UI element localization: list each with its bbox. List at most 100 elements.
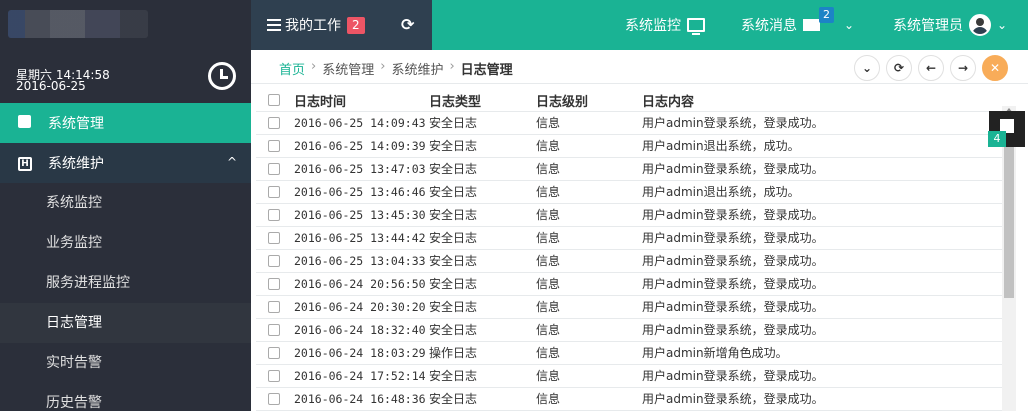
cell-type: 安全日志 [429, 134, 536, 158]
cell-content: 用户admin登录系统，登录成功。 [642, 157, 1003, 181]
row-checkbox[interactable] [268, 370, 280, 382]
cell-content: 用户admin登录系统，登录成功。 [642, 387, 1003, 411]
row-checkbox[interactable] [268, 347, 280, 359]
breadcrumb-home[interactable]: 首页 [279, 59, 305, 78]
sidebar-subitem-business-monitor[interactable]: 业务监控 [0, 223, 251, 263]
puzzle-icon [18, 115, 34, 131]
back-button[interactable]: ← [918, 55, 944, 81]
row-checkbox[interactable] [268, 117, 280, 129]
table-body: 2016-06-25 14:09:43 安全日志 信息 用户admin登录系统，登录成… [256, 111, 1003, 411]
refresh-button[interactable]: ⟳ [886, 55, 912, 81]
cell-level: 信息 [536, 318, 642, 342]
column-header-content[interactable]: 日志内容 [642, 90, 1003, 112]
floating-badge: 4 [988, 131, 1006, 147]
cell-type: 安全日志 [429, 295, 536, 319]
row-checkbox[interactable] [268, 209, 280, 221]
cell-type: 安全日志 [429, 226, 536, 250]
envelope-icon [803, 19, 820, 31]
table-row[interactable]: 2016-06-24 17:52:14 安全日志 信息 用户admin登录系统，登录成… [256, 364, 1003, 388]
sidebar-item-label: 系统维护 [48, 156, 104, 172]
cell-content: 用户admin登录系统，登录成功。 [642, 272, 1003, 296]
cell-level: 信息 [536, 364, 642, 388]
table-row[interactable]: 2016-06-24 20:30:20 安全日志 信息 用户admin登录系统，登录成… [256, 295, 1003, 319]
cell-time: 2016-06-24 16:48:36 [294, 387, 429, 411]
my-work-button[interactable]: 我的工作 2 [267, 15, 365, 35]
cell-level: 信息 [536, 341, 642, 365]
user-menu[interactable]: 系统管理员 ⌄ [893, 0, 1007, 50]
cell-content: 用户admin登录系统，登录成功。 [642, 318, 1003, 342]
table-row[interactable]: 2016-06-25 13:44:42 安全日志 信息 用户admin登录系统，登录成… [256, 226, 1003, 250]
avatar [969, 14, 991, 36]
cell-type: 安全日志 [429, 157, 536, 181]
cell-time: 2016-06-25 13:47:03 [294, 157, 429, 181]
sidebar-subitem-realtime-alarm[interactable]: 实时告警 [0, 343, 251, 383]
system-monitor-link[interactable]: 系统监控 [625, 0, 705, 50]
row-checkbox[interactable] [268, 324, 280, 336]
select-all-checkbox[interactable] [268, 94, 280, 107]
cell-type: 安全日志 [429, 111, 536, 135]
row-checkbox[interactable] [268, 393, 280, 405]
cell-type: 安全日志 [429, 364, 536, 388]
refresh-icon[interactable]: ⟳ [401, 15, 414, 34]
column-header-level[interactable]: 日志级别 [536, 90, 642, 112]
logo-image [8, 10, 148, 38]
table-row[interactable]: 2016-06-25 13:47:03 安全日志 信息 用户admin登录系统，登录成… [256, 157, 1003, 181]
row-checkbox[interactable] [268, 301, 280, 313]
sidebar-item-system-maintenance[interactable]: H 系统维护 ^ [0, 143, 251, 183]
row-checkbox[interactable] [268, 255, 280, 267]
cell-time: 2016-06-25 14:09:43 [294, 111, 429, 135]
row-checkbox[interactable] [268, 186, 280, 198]
arrow-right-icon: → [957, 61, 969, 75]
table-row[interactable]: 2016-06-25 13:46:46 安全日志 信息 用户admin退出系统，成功。 [256, 180, 1003, 204]
cell-level: 信息 [536, 249, 642, 273]
cell-level: 信息 [536, 111, 642, 135]
vertical-scrollbar[interactable] [1002, 106, 1016, 411]
cell-type: 安全日志 [429, 387, 536, 411]
system-messages-link[interactable]: 系统消息 2 ⌄ [741, 0, 854, 50]
table-row[interactable]: 2016-06-24 18:32:40 安全日志 信息 用户admin登录系统，登录成… [256, 318, 1003, 342]
table-row[interactable]: 2016-06-25 13:04:33 安全日志 信息 用户admin登录系统，登录成… [256, 249, 1003, 273]
table-row[interactable]: 2016-06-24 16:48:36 安全日志 信息 用户admin登录系统，登录成… [256, 387, 1003, 411]
sidebar-item-system-management[interactable]: 系统管理 [0, 103, 251, 143]
close-button[interactable]: ✕ [982, 55, 1008, 81]
breadcrumb-level1[interactable]: 系统管理 [322, 59, 374, 78]
cell-type: 安全日志 [429, 203, 536, 227]
refresh-icon: ⟳ [893, 61, 905, 75]
row-checkbox[interactable] [268, 163, 280, 175]
close-icon: ✕ [989, 61, 1001, 75]
table-row[interactable]: 2016-06-24 18:03:29 操作日志 信息 用户admin新增角色成功。 [256, 341, 1003, 365]
cell-time: 2016-06-25 13:45:30 [294, 203, 429, 227]
cell-content: 用户admin登录系统，登录成功。 [642, 111, 1003, 135]
row-checkbox[interactable] [268, 140, 280, 152]
cell-level: 信息 [536, 134, 642, 158]
sidebar-subitem-log-management[interactable]: 日志管理 [0, 303, 251, 343]
cell-time: 2016-06-24 18:03:29 [294, 341, 429, 365]
current-date: 2016-06-25 [16, 79, 86, 93]
breadcrumb: 首页 › 系统管理 › 系统维护 › 日志管理 [279, 59, 513, 78]
sidebar-subitem-system-monitor[interactable]: 系统监控 [0, 183, 251, 223]
dropdown-button[interactable]: ⌄ [854, 55, 880, 81]
cell-level: 信息 [536, 157, 642, 181]
chevron-down-icon: ⌄ [844, 18, 855, 32]
table-row[interactable]: 2016-06-25 13:45:30 安全日志 信息 用户admin登录系统，登录成… [256, 203, 1003, 227]
user-label: 系统管理员 [893, 18, 963, 34]
cell-time: 2016-06-24 17:52:14 [294, 364, 429, 388]
sidebar-subitem-service-process-monitor[interactable]: 服务进程监控 [0, 263, 251, 303]
cell-type: 安全日志 [429, 318, 536, 342]
table-row[interactable]: 2016-06-24 20:56:50 安全日志 信息 用户admin登录系统，登录成… [256, 272, 1003, 296]
forward-button[interactable]: → [950, 55, 976, 81]
clock-icon[interactable] [208, 62, 236, 90]
log-table: 日志时间 日志类型 日志级别 日志内容 2016-06-25 14:09:43 安… [256, 90, 1003, 411]
column-header-type[interactable]: 日志类型 [429, 90, 536, 112]
row-checkbox[interactable] [268, 278, 280, 290]
my-work-panel: 我的工作 2 ⟳ [251, 0, 432, 50]
column-header-time[interactable]: 日志时间 [294, 90, 429, 112]
cell-content: 用户admin登录系统，登录成功。 [642, 364, 1003, 388]
table-row[interactable]: 2016-06-25 14:09:39 安全日志 信息 用户admin退出系统，成功。 [256, 134, 1003, 158]
chevron-down-icon: ⌄ [997, 18, 1008, 32]
row-checkbox[interactable] [268, 232, 280, 244]
table-row[interactable]: 2016-06-25 14:09:43 安全日志 信息 用户admin登录系统，登录成… [256, 111, 1003, 135]
h-square-icon: H [18, 155, 34, 171]
breadcrumb-level2[interactable]: 系统维护 [391, 59, 443, 78]
sidebar-subitem-history-alarm[interactable]: 历史告警 [0, 383, 251, 411]
